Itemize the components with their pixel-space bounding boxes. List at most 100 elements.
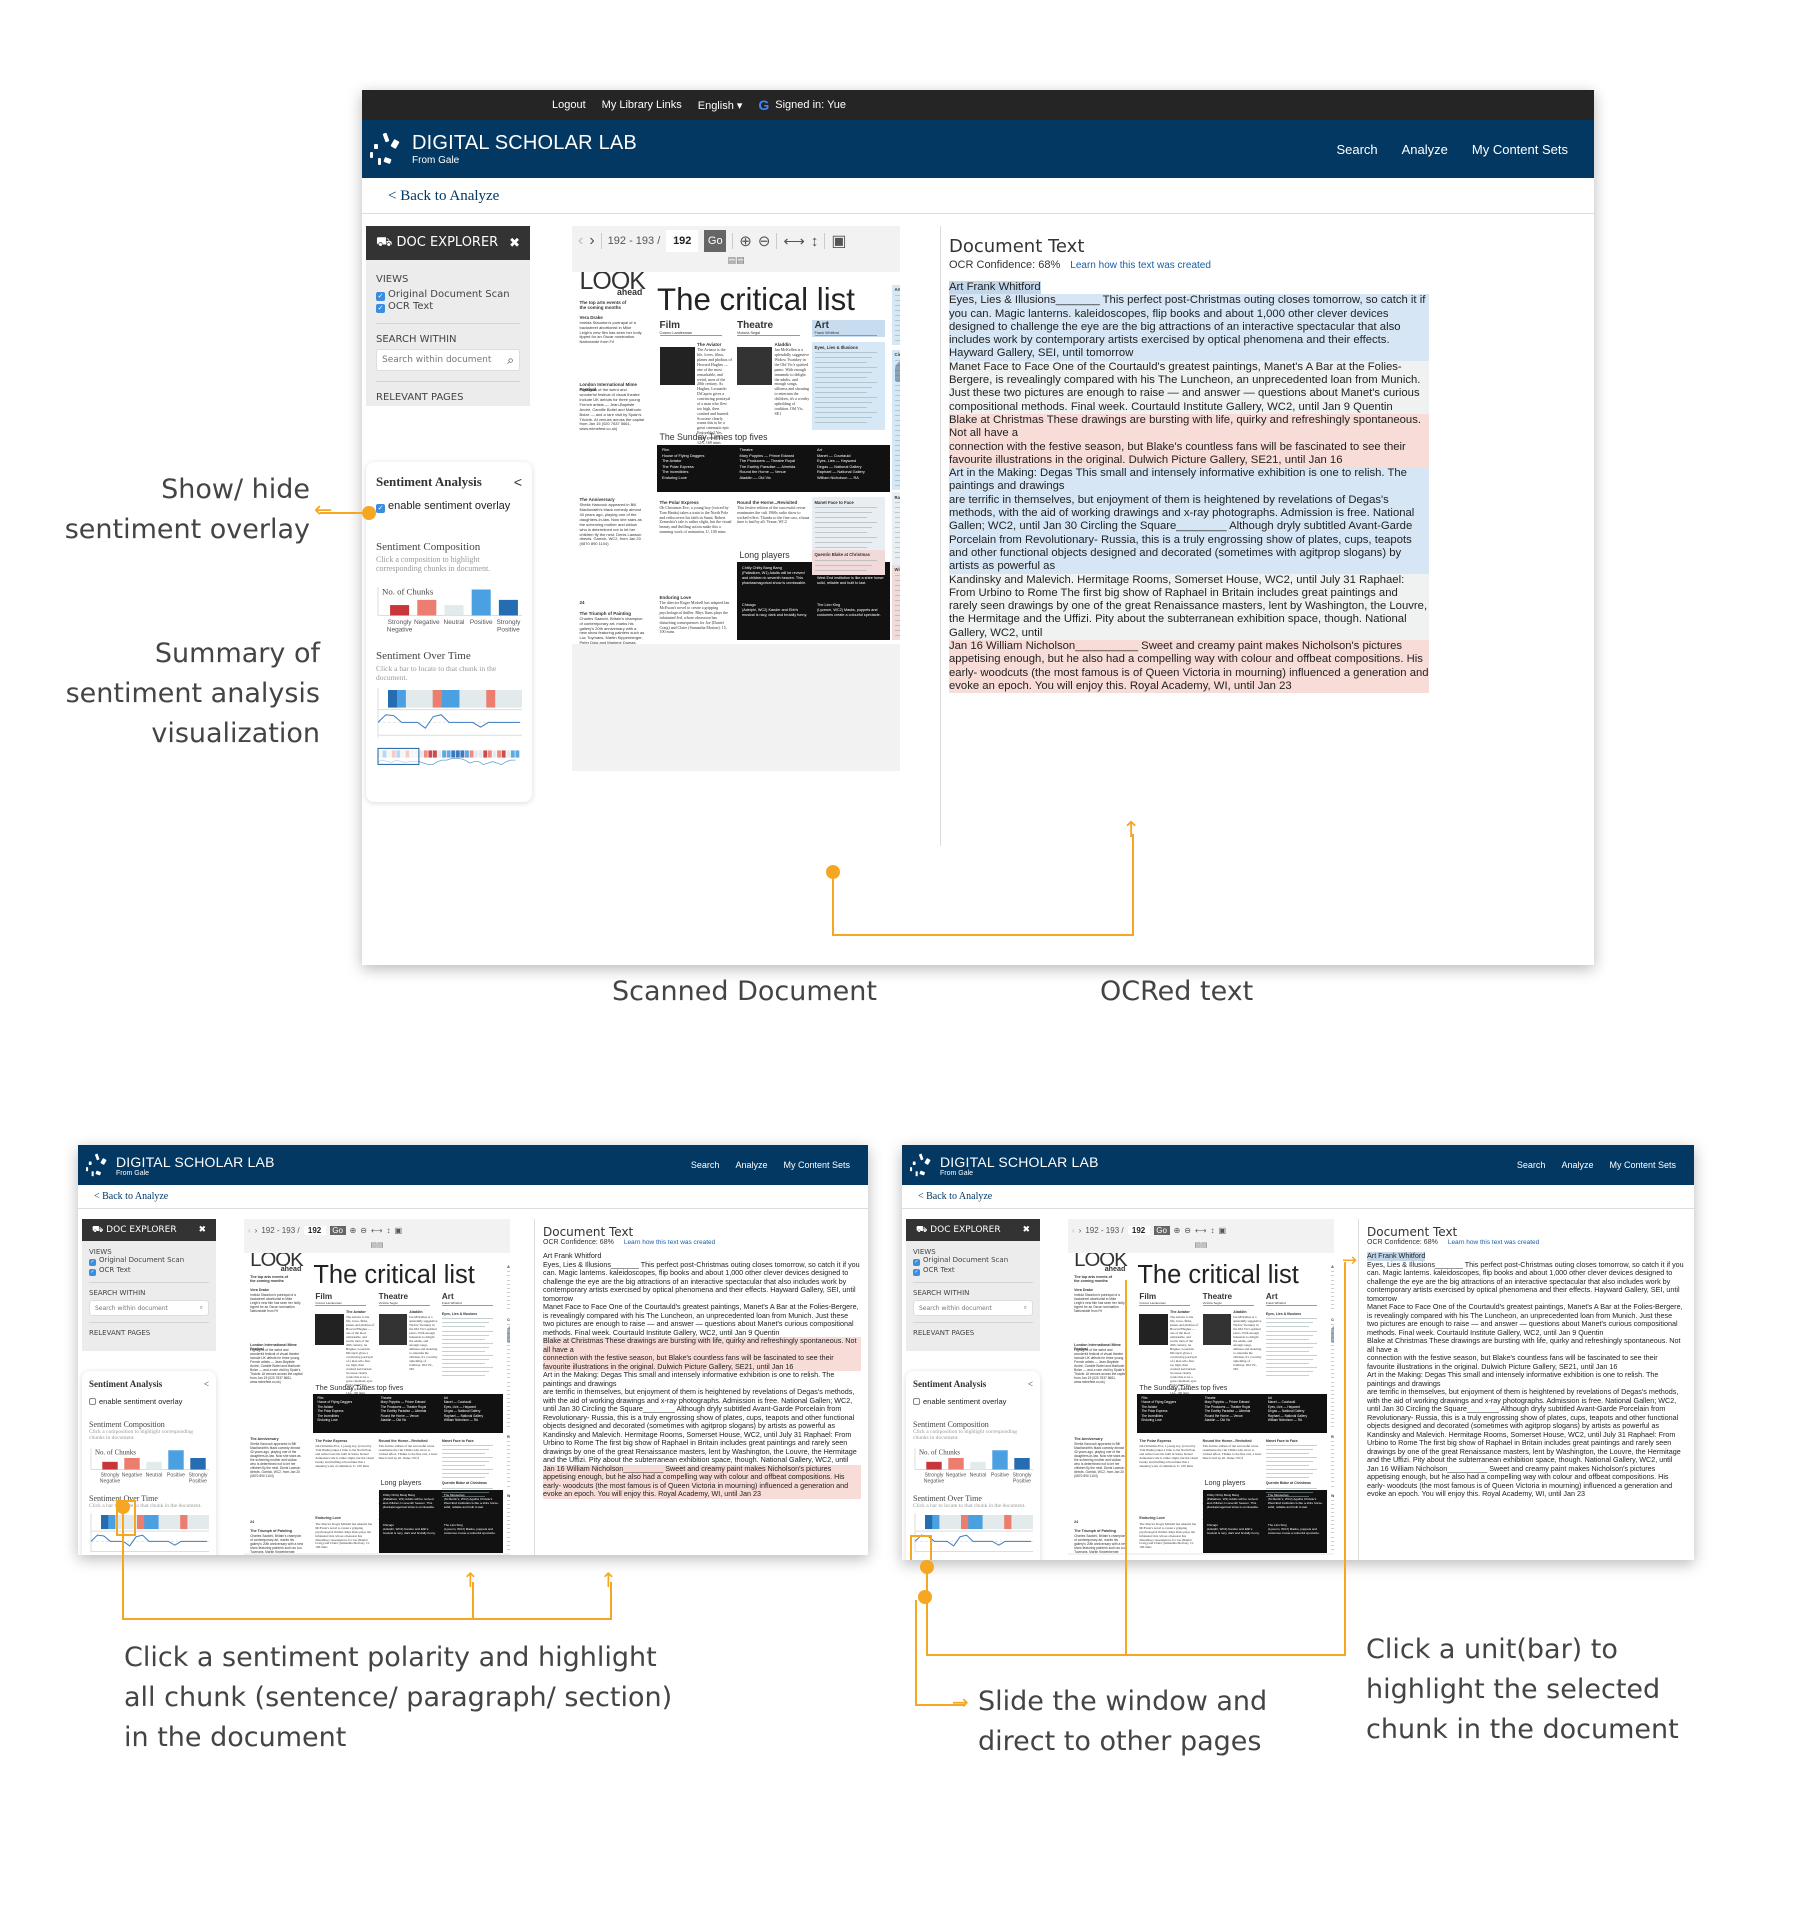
brush-window[interactable] <box>377 747 420 765</box>
timeline-unit[interactable] <box>939 1515 947 1530</box>
checkbox-icon[interactable]: ✓ <box>376 304 385 313</box>
search-icon[interactable]: ⌕ <box>200 1304 203 1312</box>
collapse-icon[interactable]: < <box>514 474 522 490</box>
image-icon[interactable]: ▣ <box>1218 1226 1226 1235</box>
ocr-chunk[interactable]: Blake at Christmas These drawings are bu… <box>543 1336 861 1371</box>
timeline-unit[interactable] <box>932 1515 940 1530</box>
spread-view-icon[interactable]: ▤▤ <box>1068 1241 1334 1249</box>
view-ocr-text[interactable]: ✓ OCR Text <box>89 1266 209 1276</box>
relevant-pages-label[interactable]: RELEVANT PAGES <box>376 392 520 403</box>
timeline-unit[interactable] <box>101 1515 109 1530</box>
relevant-pages-label[interactable]: RELEVANT PAGES <box>913 1329 1033 1337</box>
close-icon[interactable]: ✖ <box>509 236 520 251</box>
ocr-chunk[interactable]: Art in the Making: Degas This small and … <box>1367 1370 1685 1431</box>
timeline-unit[interactable] <box>441 690 451 708</box>
library-links[interactable]: My Library Links <box>602 99 682 111</box>
timeline-unit[interactable] <box>423 690 433 708</box>
ocr-chunk[interactable]: Manet Face to Face One of the Courtauld'… <box>949 360 1429 414</box>
timeline-unit[interactable] <box>432 690 442 708</box>
timeline-unit[interactable] <box>144 1515 152 1530</box>
timeline-unit[interactable] <box>108 1515 116 1530</box>
collapse-icon[interactable]: < <box>1028 1379 1033 1389</box>
timeline-unit[interactable] <box>151 1515 159 1530</box>
logout-link[interactable]: Logout <box>552 99 586 111</box>
fit-height-icon[interactable]: ↕ <box>1210 1226 1214 1235</box>
back-to-analyze-link[interactable]: < Back to Analyze <box>362 178 1594 214</box>
view-original-scan[interactable]: ✓ Original Document Scan <box>913 1256 1033 1266</box>
ocr-chunk[interactable]: Manet Face to Face One of the Courtauld'… <box>1367 1302 1685 1337</box>
composition-bar[interactable] <box>146 1461 162 1470</box>
prev-page-button[interactable]: ‹ <box>578 232 583 250</box>
composition-bar[interactable] <box>948 1457 964 1470</box>
ocr-chunk[interactable]: Eyes, Lies & Illusions_______ This perfe… <box>543 1260 861 1304</box>
timeline-unit[interactable] <box>180 1515 188 1530</box>
timeline-unit[interactable] <box>486 690 496 708</box>
language-select[interactable]: English ▾ <box>698 99 743 112</box>
fit-width-icon[interactable]: ⟷ <box>371 1226 382 1235</box>
signed-in-label[interactable]: Signed in: Yue <box>775 99 846 111</box>
nav-search[interactable]: Search <box>1517 1160 1546 1170</box>
ocr-chunk[interactable]: Eyes, Lies & Illusions_______ This perfe… <box>1367 1260 1685 1304</box>
page-input[interactable]: 192 <box>1127 1225 1150 1235</box>
image-icon[interactable]: ▣ <box>831 231 846 251</box>
timeline-unit[interactable] <box>450 690 460 708</box>
timeline-unit[interactable] <box>975 1515 983 1530</box>
zoom-out-icon[interactable]: ⊖ <box>758 232 771 250</box>
prev-page-button[interactable]: ‹ <box>248 1226 251 1235</box>
nav-my-content-sets[interactable]: My Content Sets <box>783 1160 850 1170</box>
go-button[interactable]: Go <box>329 1225 346 1235</box>
view-original-scan[interactable]: ✓ Original Document Scan <box>376 289 520 301</box>
next-page-button[interactable]: › <box>255 1226 258 1235</box>
next-page-button[interactable]: › <box>589 232 594 250</box>
composition-bar[interactable] <box>444 605 464 616</box>
composition-bar[interactable] <box>970 1461 986 1470</box>
timeline-unit[interactable] <box>982 1515 991 1530</box>
timeline-unit[interactable] <box>1018 1515 1027 1530</box>
ocr-chunk[interactable]: Art in the Making: Degas This small and … <box>543 1370 861 1431</box>
page-input[interactable]: 192 <box>303 1225 326 1235</box>
timeline-unit[interactable] <box>946 1515 955 1530</box>
nav-analyze[interactable]: Analyze <box>735 1160 767 1170</box>
close-icon[interactable]: ✖ <box>1022 1225 1030 1235</box>
timeline-unit[interactable] <box>953 1515 962 1530</box>
nav-my-content-sets[interactable]: My Content Sets <box>1472 142 1568 157</box>
nav-search[interactable]: Search <box>691 1160 720 1170</box>
nav-analyze[interactable]: Analyze <box>1402 142 1448 157</box>
go-button[interactable]: Go <box>1153 1225 1170 1235</box>
composition-bar[interactable] <box>190 1457 206 1470</box>
ocr-chunk[interactable]: Manet Face to Face One of the Courtauld'… <box>543 1302 861 1337</box>
learn-how-link[interactable]: Learn how this text was created <box>624 1239 715 1246</box>
prev-page-button[interactable]: ‹ <box>1072 1226 1075 1235</box>
timeline-unit[interactable] <box>925 1515 933 1530</box>
sentiment-overlay-toggle[interactable]: enable sentiment overlay <box>89 1397 209 1406</box>
timeline-unit[interactable] <box>414 690 425 708</box>
composition-bar[interactable] <box>498 599 518 616</box>
timeline-unit[interactable] <box>1025 1515 1034 1530</box>
fit-width-icon[interactable]: ⟷ <box>1195 1226 1206 1235</box>
composition-bar[interactable] <box>417 599 437 616</box>
composition-bar[interactable] <box>926 1461 942 1470</box>
go-button[interactable]: Go <box>704 230 727 252</box>
nav-search[interactable]: Search <box>1336 142 1377 157</box>
timeline-unit[interactable] <box>997 1515 1005 1530</box>
timeline-unit[interactable] <box>201 1515 210 1530</box>
timeline-unit[interactable] <box>495 690 505 708</box>
checkbox-icon[interactable] <box>913 1398 920 1405</box>
sentiment-overlay-toggle[interactable]: enable sentiment overlay <box>913 1397 1033 1406</box>
composition-bar[interactable] <box>471 589 491 616</box>
collapse-icon[interactable]: < <box>204 1379 209 1389</box>
fit-width-icon[interactable]: ⟷ <box>783 232 805 250</box>
timeline-unit[interactable] <box>187 1515 195 1530</box>
nav-my-content-sets[interactable]: My Content Sets <box>1609 1160 1676 1170</box>
timeline-unit[interactable] <box>165 1515 174 1530</box>
timeline-unit[interactable] <box>989 1515 998 1530</box>
timeline-unit[interactable] <box>173 1515 181 1530</box>
composition-bar[interactable] <box>992 1450 1008 1470</box>
search-within-input[interactable]: Search within document ⌕ <box>913 1300 1033 1316</box>
back-to-analyze-link[interactable]: < Back to Analyze <box>902 1185 1694 1209</box>
checkbox-icon[interactable] <box>89 1398 96 1405</box>
timeline-unit[interactable] <box>504 690 514 708</box>
timeline-unit[interactable] <box>968 1515 976 1530</box>
search-icon[interactable]: ⌕ <box>507 353 514 368</box>
timeline-unit[interactable] <box>1011 1515 1019 1530</box>
